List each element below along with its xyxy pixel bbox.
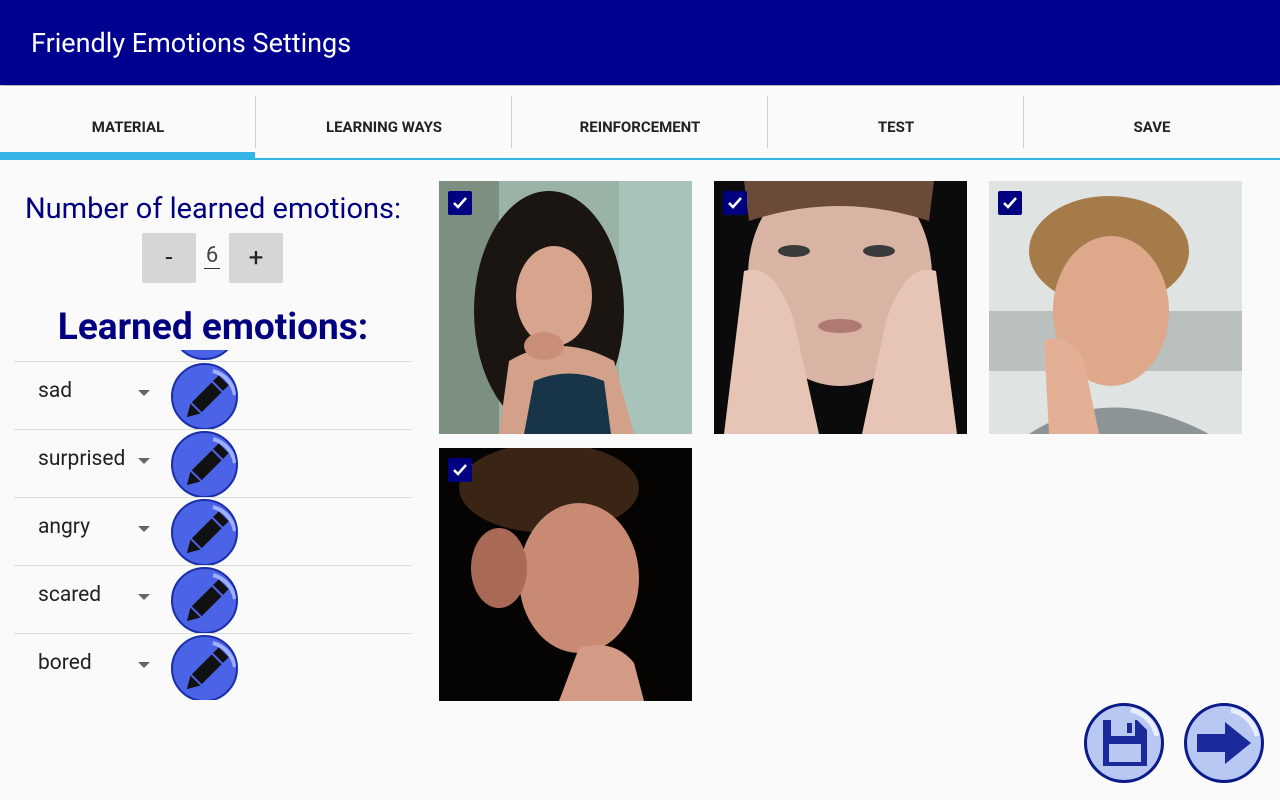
app-title: Friendly Emotions Settings — [31, 27, 352, 59]
emotion-row: angry — [14, 497, 412, 566]
boy-photo — [989, 181, 1242, 434]
emotion-row: surprised — [14, 429, 412, 498]
emotion-row: scared — [14, 565, 412, 634]
tab-test[interactable]: TEST — [768, 96, 1024, 158]
dropdown-arrow-icon[interactable] — [138, 390, 150, 396]
emotion-select[interactable]: angry — [38, 515, 90, 539]
photo-checkbox[interactable] — [448, 191, 472, 215]
checkmark-icon — [1003, 197, 1017, 209]
edit-button-partial[interactable] — [171, 350, 238, 360]
photo-checkbox[interactable] — [448, 458, 472, 482]
edit-emotion-button[interactable] — [171, 363, 238, 430]
next-button[interactable] — [1184, 703, 1264, 783]
checkmark-icon — [728, 197, 742, 209]
tab-reinforcement[interactable]: REINFORCEMENT — [512, 96, 768, 158]
pencil-icon — [186, 505, 236, 554]
face-photo — [714, 181, 967, 434]
emotion-count-value[interactable]: 6 — [204, 243, 220, 269]
increment-button[interactable]: + — [229, 233, 283, 283]
decrement-button[interactable]: - — [142, 233, 196, 283]
emotion-photo[interactable] — [439, 181, 692, 434]
emotion-photo[interactable] — [439, 448, 692, 701]
floppy-disk-icon — [1103, 707, 1160, 766]
dropdown-arrow-icon[interactable] — [138, 458, 150, 464]
tab-learning-ways[interactable]: LEARNING WAYS — [256, 96, 512, 158]
emotion-row: sad — [14, 361, 412, 430]
checkmark-icon — [453, 464, 467, 476]
tab-material[interactable]: MATERIAL — [0, 96, 256, 158]
emotion-select[interactable]: surprised — [38, 447, 125, 471]
edit-emotion-button[interactable] — [171, 635, 238, 700]
edit-emotion-button[interactable] — [171, 499, 238, 566]
checkmark-icon — [453, 197, 467, 209]
edit-emotion-button[interactable] — [171, 431, 238, 498]
pencil-icon — [186, 437, 236, 486]
tab-selected-indicator — [0, 152, 255, 159]
emotion-count-label: Number of learned emotions: — [24, 192, 401, 226]
tab-save[interactable]: SAVE — [1024, 96, 1280, 158]
emotion-row: bored — [14, 633, 412, 700]
edit-emotion-button[interactable] — [171, 567, 238, 634]
pencil-icon — [186, 369, 236, 418]
emotion-list[interactable]: sad surprised angry scared bored — [14, 350, 412, 700]
pencil-icon — [186, 641, 236, 690]
girl-photo — [439, 181, 692, 434]
pencil-icon — [186, 573, 236, 622]
forward-arrow-icon — [1197, 707, 1260, 764]
dropdown-arrow-icon[interactable] — [138, 526, 150, 532]
bored-person-photo — [439, 448, 692, 701]
photo-checkbox[interactable] — [998, 191, 1022, 215]
emotion-select[interactable]: sad — [38, 379, 72, 403]
emotion-photo[interactable] — [714, 181, 967, 434]
photo-checkbox[interactable] — [723, 191, 747, 215]
emotion-photo[interactable] — [989, 181, 1242, 434]
save-button[interactable] — [1084, 703, 1164, 783]
emotion-select[interactable]: bored — [38, 651, 92, 675]
dropdown-arrow-icon[interactable] — [138, 594, 150, 600]
learned-emotions-heading: Learned emotions: — [57, 306, 369, 349]
dropdown-arrow-icon[interactable] — [138, 662, 150, 668]
app-bar: Friendly Emotions Settings — [0, 0, 1280, 85]
tab-bar: MATERIAL LEARNING WAYS REINFORCEMENT TES… — [0, 86, 1280, 160]
emotion-select[interactable]: scared — [38, 583, 101, 607]
